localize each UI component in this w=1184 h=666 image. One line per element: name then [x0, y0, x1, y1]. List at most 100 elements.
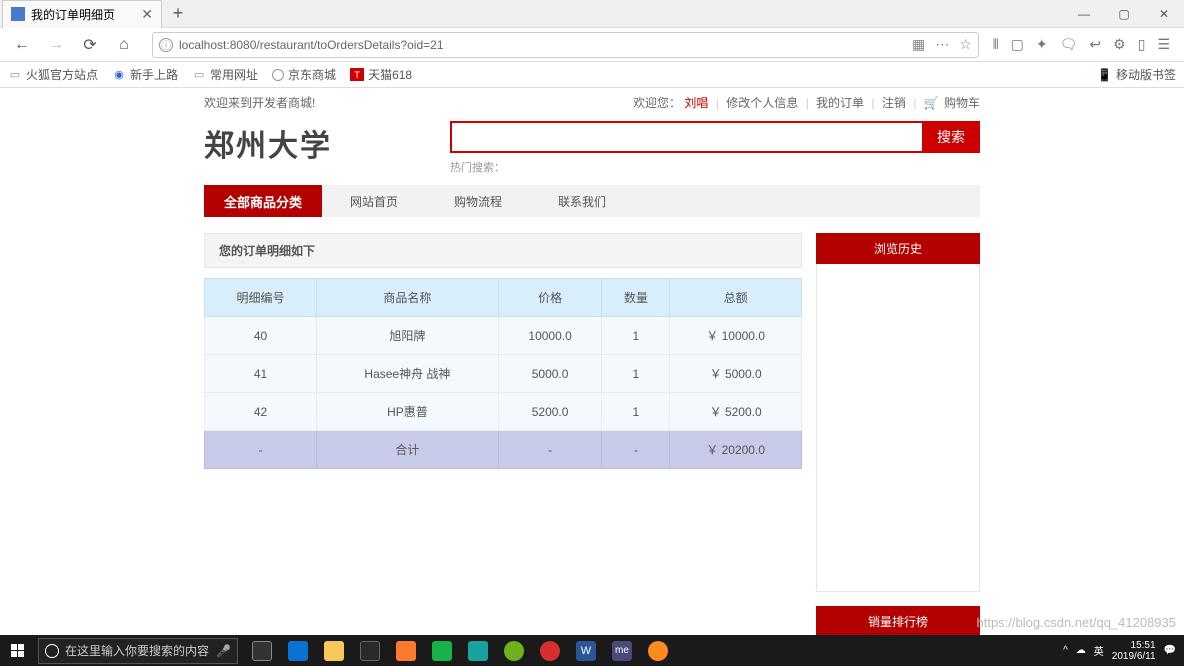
table-row: 41 Hasee神舟 战神 5000.0 1 ￥ 5000.0 — [205, 355, 802, 393]
browser-tab[interactable]: 我的订单明细页 ✕ — [2, 0, 162, 28]
taskbar-clock[interactable]: 15:51 2019/6/11 — [1112, 640, 1156, 662]
window-maximize-icon[interactable]: ▢ — [1104, 0, 1144, 28]
tab-title: 我的订单明细页 — [31, 6, 115, 23]
table-total-row: - 合计 - - ￥ 20200.0 — [205, 431, 802, 469]
app-teal-icon[interactable] — [464, 637, 492, 665]
tray-up-icon[interactable]: ^ — [1063, 645, 1068, 656]
th-qty: 数量 — [602, 279, 670, 317]
separator: | — [806, 96, 809, 110]
search-button[interactable]: 搜索 — [922, 121, 980, 153]
modify-profile-link[interactable]: 修改个人信息 — [726, 96, 798, 110]
cell-name: Hasee神舟 战神 — [317, 355, 499, 393]
side-rank-header: 销量排行榜 — [816, 606, 980, 637]
mobile-icon: 📱 — [1097, 68, 1112, 82]
sparkle-icon[interactable]: ✦ — [1036, 36, 1048, 53]
hot-search-label: 热门搜索： — [450, 159, 980, 175]
cell-qty: 1 — [602, 317, 670, 355]
table-row: 42 HP惠普 5200.0 1 ￥ 5200.0 — [205, 393, 802, 431]
firefox-icon[interactable] — [644, 637, 672, 665]
cortana-icon — [45, 644, 59, 658]
tray-ime-icon[interactable]: 英 — [1094, 643, 1104, 658]
tray-cloud-icon[interactable]: ☁ — [1076, 645, 1086, 656]
cell-qty: 1 — [602, 393, 670, 431]
nav-shopping-process[interactable]: 购物流程 — [426, 185, 530, 217]
app-orange-icon[interactable] — [392, 637, 420, 665]
menu-icon[interactable]: ☰ — [1157, 36, 1170, 53]
windows-taskbar: 在这里输入你要搜索的内容 🎤 W me ^ ☁ 英 15:51 2019/6/1… — [0, 635, 1184, 666]
panel-title: 您的订单明细如下 — [204, 233, 802, 268]
th-total: 总额 — [670, 279, 802, 317]
pocket-icon[interactable]: ▯ — [1138, 36, 1146, 53]
window-close-icon[interactable]: ✕ — [1144, 0, 1184, 28]
welcome-right: 欢迎您： 刘唱 | 修改个人信息 | 我的订单 | 注销 | 🛒 购物车 — [633, 94, 980, 111]
side-history-body — [816, 264, 980, 592]
th-id: 明细编号 — [205, 279, 317, 317]
nav-home-button[interactable]: ⌂ — [110, 31, 138, 59]
cart-link[interactable]: 购物车 — [944, 96, 980, 110]
bookmark-item-tmall[interactable]: T 天猫618 — [350, 66, 412, 83]
cell-id: - — [205, 431, 317, 469]
toolbar-right: ⫴ ▢ ✦ 🗨 ↩ ⚙ ▯ ☰ — [993, 36, 1176, 53]
nav-all-categories[interactable]: 全部商品分类 — [204, 185, 322, 217]
app-green-icon[interactable] — [500, 637, 528, 665]
site-info-icon[interactable]: ⓘ — [159, 38, 173, 52]
cell-id: 42 — [205, 393, 317, 431]
watermark: https://blog.csdn.net/qq_41208935 — [977, 615, 1177, 630]
nav-reload-button[interactable]: ⟳ — [76, 31, 104, 59]
browser-url-bar: ← → ⟳ ⌂ ⓘ localhost:8080/restaurant/toOr… — [0, 28, 1184, 62]
taskbar-apps: W me — [248, 637, 672, 665]
mic-icon[interactable]: 🎤 — [216, 644, 231, 658]
clock-time: 15:51 — [1112, 640, 1156, 651]
store-icon[interactable] — [356, 637, 384, 665]
bookmark-item-newbie[interactable]: ◉ 新手上路 — [112, 66, 178, 83]
iqiyi-icon[interactable] — [428, 637, 456, 665]
nav-forward-button[interactable]: → — [42, 31, 70, 59]
start-button[interactable] — [0, 635, 34, 666]
speech-icon[interactable]: 🗨 — [1060, 36, 1078, 53]
me-app-icon[interactable]: me — [608, 637, 636, 665]
cell-qty: 1 — [602, 355, 670, 393]
sidebar-icon[interactable]: ▢ — [1011, 36, 1024, 53]
bookmark-item-jd[interactable]: 京东商城 — [272, 66, 336, 83]
nav-home[interactable]: 网站首页 — [322, 185, 426, 217]
search-input[interactable] — [450, 121, 922, 153]
task-view-icon[interactable] — [248, 637, 276, 665]
cell-price: 10000.0 — [498, 317, 602, 355]
qr-icon[interactable]: ▦ — [912, 36, 925, 53]
nav-contact[interactable]: 联系我们 — [530, 185, 634, 217]
new-tab-button[interactable]: + — [166, 2, 190, 26]
cell-total: ￥ 5200.0 — [670, 393, 802, 431]
settings-icon[interactable]: ⚙ — [1113, 36, 1126, 53]
taskbar-search[interactable]: 在这里输入你要搜索的内容 🎤 — [38, 638, 238, 664]
more-icon[interactable]: ⋯ — [935, 36, 949, 53]
cell-price: 5200.0 — [498, 393, 602, 431]
app-red-icon[interactable] — [536, 637, 564, 665]
tab-close-icon[interactable]: ✕ — [141, 6, 153, 23]
cell-id: 40 — [205, 317, 317, 355]
cart-icon: 🛒 — [924, 96, 939, 110]
cell-price: - — [498, 431, 602, 469]
bookmark-mobile[interactable]: 📱 移动版书签 — [1097, 66, 1176, 83]
bookmark-item-firefox[interactable]: ▭ 火狐官方站点 — [8, 66, 98, 83]
edge-icon[interactable] — [284, 637, 312, 665]
clock-date: 2019/6/11 — [1112, 651, 1156, 662]
nav-back-button[interactable]: ← — [8, 31, 36, 59]
cell-qty: - — [602, 431, 670, 469]
site-logo[interactable]: 郑州大学 — [204, 121, 332, 165]
url-input[interactable]: ⓘ localhost:8080/restaurant/toOrdersDeta… — [152, 32, 979, 58]
welcome-bar: 欢迎来到开发者商城! 欢迎您： 刘唱 | 修改个人信息 | 我的订单 | 注销 … — [204, 88, 980, 117]
bookmark-item-common[interactable]: ▭ 常用网址 — [192, 66, 258, 83]
window-minimize-icon[interactable]: — — [1064, 0, 1104, 28]
library-icon[interactable]: ⫴ — [993, 36, 999, 53]
bookmark-star-icon[interactable]: ☆ — [959, 36, 972, 53]
user-name-link[interactable]: 刘唱 — [684, 96, 708, 110]
notification-icon[interactable]: 💬 — [1164, 645, 1176, 656]
word-icon[interactable]: W — [572, 637, 600, 665]
cell-name: 合计 — [317, 431, 499, 469]
explorer-icon[interactable] — [320, 637, 348, 665]
search-box: 搜索 — [450, 121, 980, 153]
my-orders-link[interactable]: 我的订单 — [816, 96, 864, 110]
side-history-header: 浏览历史 — [816, 233, 980, 264]
reply-icon[interactable]: ↩ — [1089, 36, 1101, 53]
logout-link[interactable]: 注销 — [882, 96, 906, 110]
